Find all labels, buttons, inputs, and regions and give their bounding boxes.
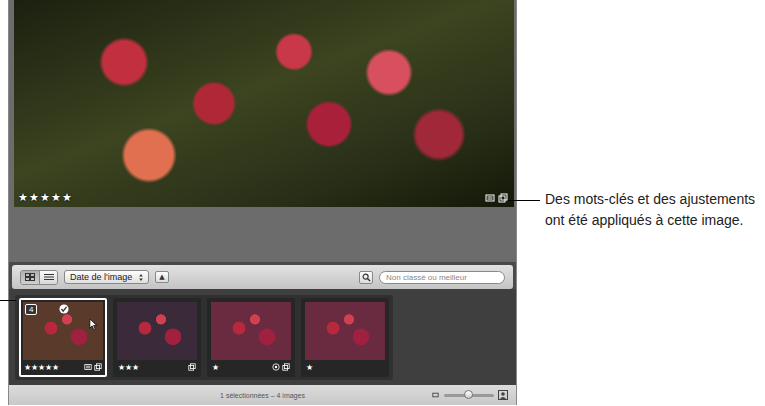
browser: Date de l'image▲4★★★★★★★★★★1 sélectionné… [9,262,516,405]
zoom-slider[interactable] [431,390,508,400]
thumbnail-strip: 4★★★★★★★★★★ [9,289,516,385]
list-icon [44,273,54,281]
sort-dropdown[interactable]: Date de l'image [64,270,149,284]
view-mode-button[interactable] [39,271,57,284]
pick-check-icon [59,304,69,314]
callout-text: Des mots-clés et des ajustements ont été… [545,189,757,231]
keywords-icon [84,363,92,371]
thumbnail-footer: ★ [305,360,385,373]
large-thumbnail-icon [498,390,508,400]
adjustments-icon [498,193,508,203]
grid-icon [25,273,35,281]
sort-direction-button[interactable]: ▲ [155,271,168,283]
thumbnail-footer: ★ [211,360,291,373]
adjustments-icon [188,363,196,371]
status-text: 1 sélectionnées – 4 images [220,392,305,399]
thumbnail-footer: ★★★ [117,360,197,373]
callout: Des mots-clés et des ajustements ont été… [508,189,757,231]
small-thumbnail-icon [431,391,440,399]
canvas: ★★★★★Date de l'image▲4★★★★★★★★★★1 sélect… [0,0,765,406]
thumbnail-image [211,302,291,360]
badge-group [84,363,102,371]
thumbnail[interactable]: 4 ★★★★★ [19,298,107,377]
thumbnail[interactable]: ★ [301,298,389,377]
zoom-knob[interactable] [464,390,473,399]
location-icon [272,363,280,371]
magnifier-icon [362,273,371,282]
view-mode-button[interactable] [21,271,39,284]
thumbnail-group: 4★★★★★★★★★★ [15,295,393,380]
zoom-track[interactable] [444,394,494,397]
dropdown-arrows-icon [138,273,144,282]
status-bar: 1 sélectionnées – 4 images [9,385,516,405]
rating-stars: ★ [212,363,272,372]
badge-group [188,363,196,371]
viewer: ★★★★★ [9,0,516,262]
rating-stars: ★★★★★ [24,363,84,372]
callout-line [0,300,16,301]
main-photo[interactable]: ★★★★★ [14,0,514,207]
search-field[interactable] [379,271,505,284]
thumbnail[interactable]: ★ [207,298,295,377]
rating-stars: ★★★★★ [18,191,73,204]
badge-group [485,193,508,203]
pointer-cursor-icon [89,318,98,331]
thumbnail-image [305,302,385,360]
badge-group [272,363,290,371]
app-window: ★★★★★Date de l'image▲4★★★★★★★★★★1 sélect… [8,0,517,405]
thumbnail-image [117,302,197,360]
adjustments-icon [94,363,102,371]
thumbnail-footer: ★★★★★ [23,360,103,373]
callout-line [508,200,540,201]
thumbnail[interactable]: ★★★ [113,298,201,377]
rating-stars: ★ [306,363,384,372]
toolbar: Date de l'image ▲ [12,265,513,289]
stack-count-badge[interactable]: 4 [25,304,37,315]
keywords-icon [485,193,495,203]
rating-stars: ★★★ [118,363,188,372]
adjustments-icon [282,363,290,371]
view-mode-group [20,270,58,285]
thumbnail-image: 4 [23,302,103,360]
search-button[interactable] [359,271,373,284]
